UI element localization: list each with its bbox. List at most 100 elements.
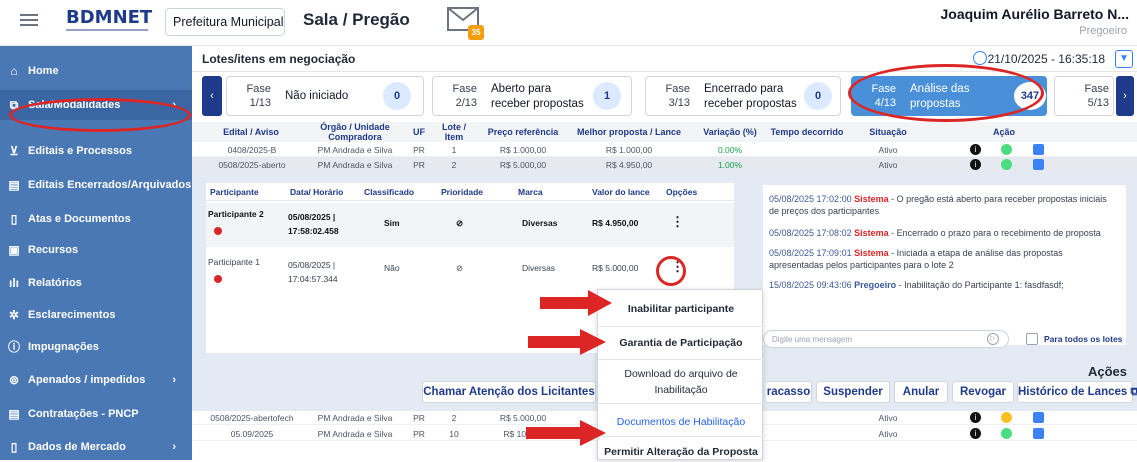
status-ok-icon[interactable] <box>1001 428 1012 439</box>
table-cell: 05.09/2025 <box>230 429 274 439</box>
menu-item-inabilitar[interactable]: Inabilitar participante <box>598 301 764 317</box>
sidebar-item-dados-mercado[interactable]: ▯ Dados de Mercado › <box>0 432 192 462</box>
participant-value: R$ 4.950,00 <box>592 218 639 228</box>
menu-item-download-inabilitacao[interactable]: Download do arquivo de Inabilitação <box>598 366 764 398</box>
participant-brand: Diversas <box>522 263 556 273</box>
open-icon[interactable] <box>1033 144 1044 155</box>
send-icon[interactable]: ▷ <box>987 333 999 345</box>
table-cell: PR <box>413 145 425 155</box>
phase-number: Fase 5/13 <box>1084 83 1109 109</box>
info-icon[interactable]: i <box>970 144 981 155</box>
table-cell: PR <box>413 413 425 423</box>
table-row[interactable]: 0508/2025-aberto PM Andrada e Silva PR 2… <box>192 157 1137 172</box>
open-icon[interactable] <box>1033 412 1044 423</box>
phase-card-5[interactable]: Fase 5/13 <box>1054 76 1114 116</box>
column-header: Lote / Item <box>442 122 466 142</box>
options-kebab-icon[interactable]: ⋮ <box>671 215 684 228</box>
actions-title: Ações <box>1087 364 1127 379</box>
menu-item-documentos-habilitacao[interactable]: Documentos de Habilitação <box>598 414 764 430</box>
revoke-button[interactable]: Revogar <box>952 381 1014 403</box>
all-lots-checkbox[interactable] <box>1026 333 1038 345</box>
info-icon[interactable]: i <box>970 159 981 170</box>
table-cell: R$ 100,00 <box>503 429 543 439</box>
chat-message: 15/08/2025 09:43:06 Pregoeiro - Inabilit… <box>769 280 1064 290</box>
column-header: Valor do lance <box>592 187 650 197</box>
column-header: Opções <box>666 187 698 197</box>
column-header: Variação (%) <box>703 127 757 137</box>
menu-item-garantia[interactable]: Garantia de Participação <box>598 335 764 351</box>
annul-button[interactable]: Anular <box>894 381 948 403</box>
phase-prev-button[interactable]: ‹ <box>202 76 222 116</box>
suspend-button[interactable]: Suspender <box>816 381 890 403</box>
table-cell: 0508/2025-aberto <box>218 160 286 170</box>
page-title: Sala / Pregão <box>303 10 410 29</box>
participant-row[interactable]: Participante 2 05/08/2025 | 17:58:02.458… <box>206 203 734 247</box>
phase-count: 0 <box>804 82 832 110</box>
sidebar-item-esclarecimentos[interactable]: ✲ Esclarecimentos <box>0 300 192 330</box>
sidebar-item-label: Contratações - PNCP <box>28 408 139 420</box>
participant-time: 17:04:57.344 <box>288 274 338 284</box>
menu-divider <box>598 436 764 437</box>
phase-number: Fase 2/13 <box>452 83 477 109</box>
organization-select[interactable]: Prefeitura Municipal de... ⌄ <box>165 8 285 36</box>
sidebar-item-atas-documentos[interactable]: ▯ Atas e Documentos <box>0 204 192 234</box>
participants-header: Participante Data/ Horário Classificado … <box>206 183 734 201</box>
status-ok-icon[interactable] <box>1001 144 1012 155</box>
phase-card-1[interactable]: Fase 1/13 Não iniciado 0 <box>226 76 424 116</box>
sidebar-item-label: Editais e Processos <box>28 145 132 157</box>
fracasso-button[interactable]: racasso <box>766 381 812 403</box>
status-ok-icon[interactable] <box>1001 159 1012 170</box>
all-lots-label: Para todos os lotes <box>1044 334 1123 344</box>
call-attention-button[interactable]: Chamar Atenção dos Licitantes <box>422 381 596 403</box>
user-role: Pregoeiro <box>1079 25 1127 37</box>
annotation-oval-sidebar <box>9 98 191 132</box>
phase-next-button[interactable]: › <box>1116 76 1134 116</box>
participant-classified: Sim <box>384 218 400 228</box>
phase-number: Fase 3/13 <box>665 83 690 109</box>
info-icon[interactable]: i <box>970 428 981 439</box>
phase-label: Não iniciado <box>285 90 349 102</box>
status-warning-icon[interactable] <box>1001 412 1012 423</box>
column-header: Melhor proposta / Lance <box>576 127 681 137</box>
participant-value: R$ 5.000,00 <box>592 263 639 273</box>
sidebar-item-impugnacoes[interactable]: ⓘ Impugnações <box>0 332 192 362</box>
open-icon[interactable] <box>1033 428 1044 439</box>
hamburger-menu-icon[interactable] <box>20 11 38 27</box>
sun-icon: ✲ <box>8 308 20 322</box>
sidebar-item-home[interactable]: ⌂ Home <box>0 56 192 86</box>
user-name[interactable]: Joaquim Aurélio Barreto N... <box>940 6 1129 22</box>
phase-number: Fase 1/13 <box>246 83 271 109</box>
bid-history-button[interactable]: Histórico de Lances ⧉ <box>1017 381 1137 403</box>
info-icon[interactable]: i <box>970 412 981 423</box>
phase-card-2[interactable]: Fase 2/13 Aberto para receber propostas … <box>432 76 632 116</box>
sidebar-item-relatorios[interactable]: ılı Relatórios <box>0 268 192 298</box>
mail-count-badge: 35 <box>468 25 484 40</box>
phase-card-3[interactable]: Fase 3/13 Encerrado para receber propost… <box>645 76 841 116</box>
open-icon[interactable] <box>1033 159 1044 170</box>
sidebar-item-editais-encerrados[interactable]: ▤ Editais Encerrados/Arquivados <box>0 170 192 200</box>
home-icon: ⌂ <box>10 64 18 78</box>
column-header: Órgão / Unidade Compradora <box>320 122 390 142</box>
table-cell: Ativo <box>878 413 898 423</box>
menu-divider <box>598 403 764 404</box>
cart-icon: ⊻ <box>9 144 19 158</box>
table-row[interactable]: 0408/2025-B PM Andrada e Silva PR 1 R$ 1… <box>192 142 1137 157</box>
chat-message: 05/08/2025 17:02:00 Sistema - O pregão e… <box>769 194 1107 216</box>
sidebar-item-recursos[interactable]: ▣ Recursos <box>0 235 192 265</box>
status-dot-icon <box>214 227 222 235</box>
sidebar-item-editais-processos[interactable]: ⊻ Editais e Processos <box>0 136 192 166</box>
logo-underline <box>66 29 148 31</box>
column-header: Classificado <box>364 187 415 197</box>
priority-hidden-icon[interactable]: ⊘ <box>456 263 463 274</box>
sidebar-item-apenados[interactable]: ⊚ Apenados / impedidos › <box>0 365 192 395</box>
chat-message-input[interactable]: Digite uma mensagem <box>763 330 1009 348</box>
phase-count: 1 <box>593 82 621 110</box>
filter-icon[interactable]: ▼ <box>1115 50 1133 68</box>
table-cell: PM Andrada e Silva <box>317 413 393 423</box>
sidebar-item-label: Impugnações <box>28 341 99 353</box>
sidebar-item-contratacoes[interactable]: ▤ Contratações - PNCP <box>0 399 192 429</box>
column-header: Preço referência <box>487 127 559 137</box>
menu-item-permitir-alteracao[interactable]: Permitir Alteração da Proposta <box>598 444 764 460</box>
priority-hidden-icon[interactable]: ⊘ <box>456 218 463 229</box>
table-cell: 2 <box>451 160 457 170</box>
